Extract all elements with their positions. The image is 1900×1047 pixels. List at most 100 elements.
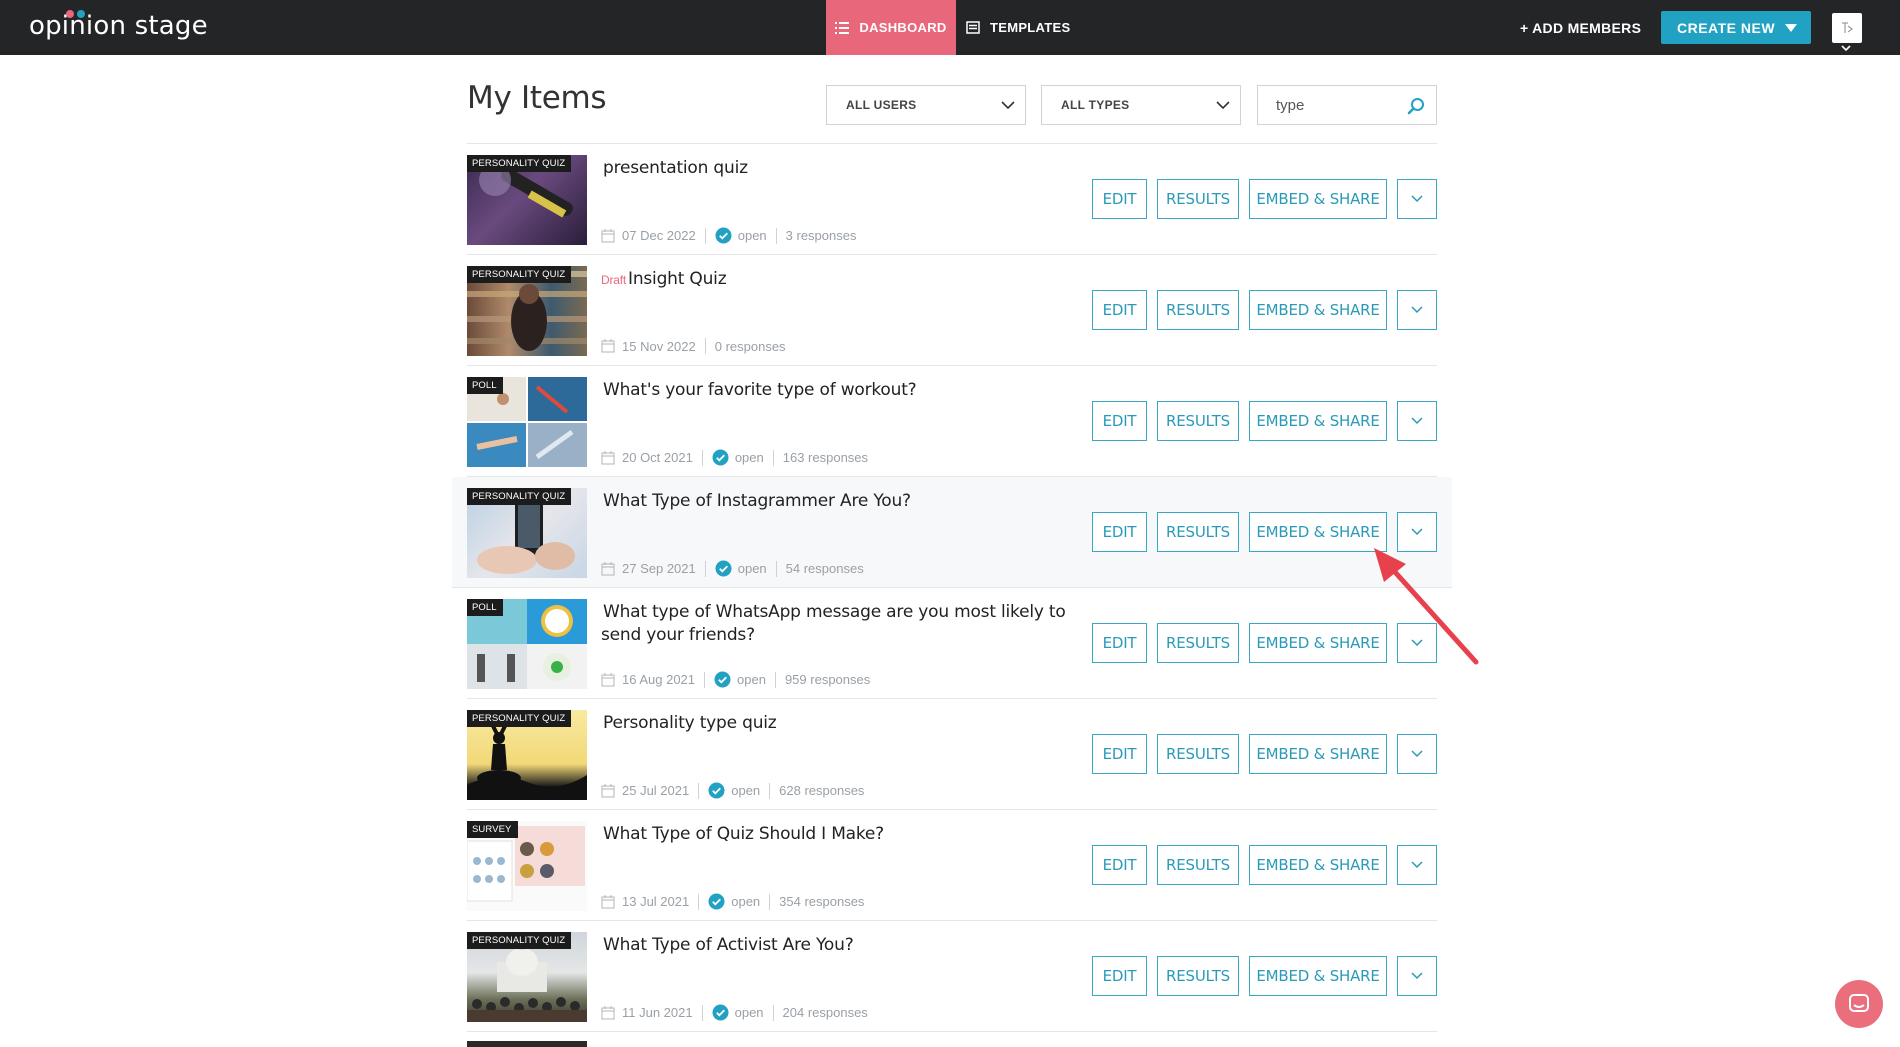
item-thumbnail[interactable]: SURVEY <box>467 821 587 911</box>
item-title[interactable]: What's your favorite type of workout? <box>601 379 1081 402</box>
search-box <box>1257 85 1437 125</box>
nav-dashboard-label: DASHBOARD <box>859 20 947 35</box>
user-avatar[interactable] <box>1832 13 1862 43</box>
create-new-button[interactable]: CREATE NEW <box>1661 11 1811 44</box>
meta-divider <box>704 338 706 354</box>
edit-button[interactable]: EDIT <box>1092 845 1147 885</box>
item-title-text: Personality type quiz <box>603 713 777 733</box>
nav-templates-label: TEMPLATES <box>990 20 1071 35</box>
list-item: SURVEY What Type of Quiz Should I Make? … <box>467 810 1437 921</box>
item-responses: 354 responses <box>779 894 865 909</box>
item-meta: 16 Aug 2021 open 959 responses <box>601 671 870 688</box>
results-button[interactable]: RESULTS <box>1157 512 1239 552</box>
results-button[interactable]: RESULTS <box>1157 734 1239 774</box>
more-options-button[interactable] <box>1397 734 1437 774</box>
check-circle-icon <box>715 560 732 577</box>
item-thumbnail[interactable]: PERSONALITY QUIZ <box>467 155 587 245</box>
top-navigation-bar: opinion stage DASHBOARD TEMPLATES + ADD … <box>0 0 1900 55</box>
calendar-icon <box>601 672 615 686</box>
meta-divider <box>701 1004 703 1021</box>
results-button[interactable]: RESULTS <box>1157 845 1239 885</box>
item-thumbnail[interactable]: POLL <box>467 377 587 467</box>
users-filter-select[interactable]: ALL USERS <box>826 85 1026 125</box>
calendar-icon <box>601 450 615 464</box>
results-button[interactable]: RESULTS <box>1157 179 1239 219</box>
item-meta: 27 Sep 2021 open 54 responses <box>601 560 864 577</box>
more-options-button[interactable] <box>1397 290 1437 330</box>
item-title-text: What Type of Quiz Should I Make? <box>603 824 884 844</box>
item-responses: 628 responses <box>779 783 865 798</box>
item-thumbnail[interactable]: POLL <box>467 599 587 689</box>
embed-share-button[interactable]: EMBED & SHARE <box>1249 956 1387 996</box>
meta-divider <box>704 560 706 577</box>
item-title[interactable]: Personality type quiz <box>601 712 1081 735</box>
item-responses: 3 responses <box>785 228 857 243</box>
embed-share-button[interactable]: EMBED & SHARE <box>1249 401 1387 441</box>
logo-dot-blue <box>77 10 85 18</box>
more-options-button[interactable] <box>1397 845 1437 885</box>
embed-share-button[interactable]: EMBED & SHARE <box>1249 734 1387 774</box>
templates-icon <box>966 21 980 34</box>
edit-button[interactable]: EDIT <box>1092 290 1147 330</box>
results-button[interactable]: RESULTS <box>1157 290 1239 330</box>
item-actions: EDIT RESULTS EMBED & SHARE <box>1092 401 1437 441</box>
more-options-button[interactable] <box>1397 401 1437 441</box>
results-button[interactable]: RESULTS <box>1157 956 1239 996</box>
meta-divider <box>772 449 774 466</box>
edit-button[interactable]: EDIT <box>1092 401 1147 441</box>
item-date: 11 Jun 2021 <box>622 1005 693 1020</box>
item-title[interactable]: Draft Insight Quiz <box>601 268 1081 291</box>
chevron-down-icon <box>1411 306 1423 314</box>
item-title[interactable]: What type of WhatsApp message are you mo… <box>601 601 1081 646</box>
item-meta: 15 Nov 2022 0 responses <box>601 338 786 354</box>
embed-share-button[interactable]: EMBED & SHARE <box>1249 290 1387 330</box>
nav-templates-tab[interactable]: TEMPLATES <box>966 0 1076 55</box>
item-date: 25 Jul 2021 <box>622 783 690 798</box>
chat-widget-button[interactable] <box>1835 980 1883 1028</box>
list-icon <box>835 21 850 34</box>
item-thumbnail[interactable]: PERSONALITY QUIZ <box>467 266 587 356</box>
item-actions: EDIT RESULTS EMBED & SHARE <box>1092 956 1437 996</box>
edit-button[interactable]: EDIT <box>1092 734 1147 774</box>
item-title[interactable]: What Type of Quiz Should I Make? <box>601 823 1081 846</box>
meta-divider <box>769 782 771 799</box>
edit-button[interactable]: EDIT <box>1092 956 1147 996</box>
edit-button[interactable]: EDIT <box>1092 179 1147 219</box>
chevron-down-icon <box>1411 972 1423 980</box>
edit-button[interactable]: EDIT <box>1092 623 1147 663</box>
logo-text: opinion stage <box>29 11 208 41</box>
item-date: 07 Dec 2022 <box>622 228 696 243</box>
item-date: 15 Nov 2022 <box>622 338 696 354</box>
embed-share-button[interactable]: EMBED & SHARE <box>1249 845 1387 885</box>
more-options-button[interactable] <box>1397 956 1437 996</box>
avatar-placeholder-icon <box>1842 22 1853 33</box>
item-title[interactable]: What Type of Instagrammer Are You? <box>601 490 1081 513</box>
item-title[interactable]: presentation quiz <box>601 157 1081 180</box>
add-members-link[interactable]: + ADD MEMBERS <box>1520 0 1641 55</box>
item-type-tag: PERSONALITY QUIZ <box>467 710 572 727</box>
list-item: PERSONALITY QUIZ presentation quiz 07 De… <box>467 144 1437 255</box>
item-type-tag: PERSONALITY QUIZ <box>467 266 572 283</box>
check-circle-icon <box>708 782 725 799</box>
nav-dashboard-tab[interactable]: DASHBOARD <box>826 0 956 55</box>
results-button[interactable]: RESULTS <box>1157 623 1239 663</box>
item-thumbnail[interactable]: PERSONALITY QUIZ <box>467 710 587 800</box>
item-responses: 54 responses <box>785 561 864 576</box>
more-options-button[interactable] <box>1397 179 1437 219</box>
item-meta: 25 Jul 2021 open 628 responses <box>601 782 864 799</box>
annotation-arrow-icon <box>1374 548 1479 665</box>
search-icon[interactable] <box>1406 96 1426 116</box>
check-circle-icon <box>714 671 731 688</box>
results-button[interactable]: RESULTS <box>1157 401 1239 441</box>
chevron-down-icon <box>1411 861 1423 869</box>
types-filter-select[interactable]: ALL TYPES <box>1041 85 1241 125</box>
item-title-text: What type of WhatsApp message are you mo… <box>601 602 1066 645</box>
item-thumbnail[interactable]: PERSONALITY QUIZ <box>467 488 587 578</box>
item-thumbnail[interactable]: PERSONALITY QUIZ <box>467 932 587 1022</box>
search-input[interactable] <box>1258 86 1398 124</box>
edit-button[interactable]: EDIT <box>1092 512 1147 552</box>
embed-share-button[interactable]: EMBED & SHARE <box>1249 179 1387 219</box>
item-title[interactable]: What Type of Activist Are You? <box>601 934 1081 957</box>
opinion-stage-logo[interactable]: opinion stage <box>29 10 208 42</box>
avatar-chevron-down-icon[interactable] <box>1841 45 1851 51</box>
